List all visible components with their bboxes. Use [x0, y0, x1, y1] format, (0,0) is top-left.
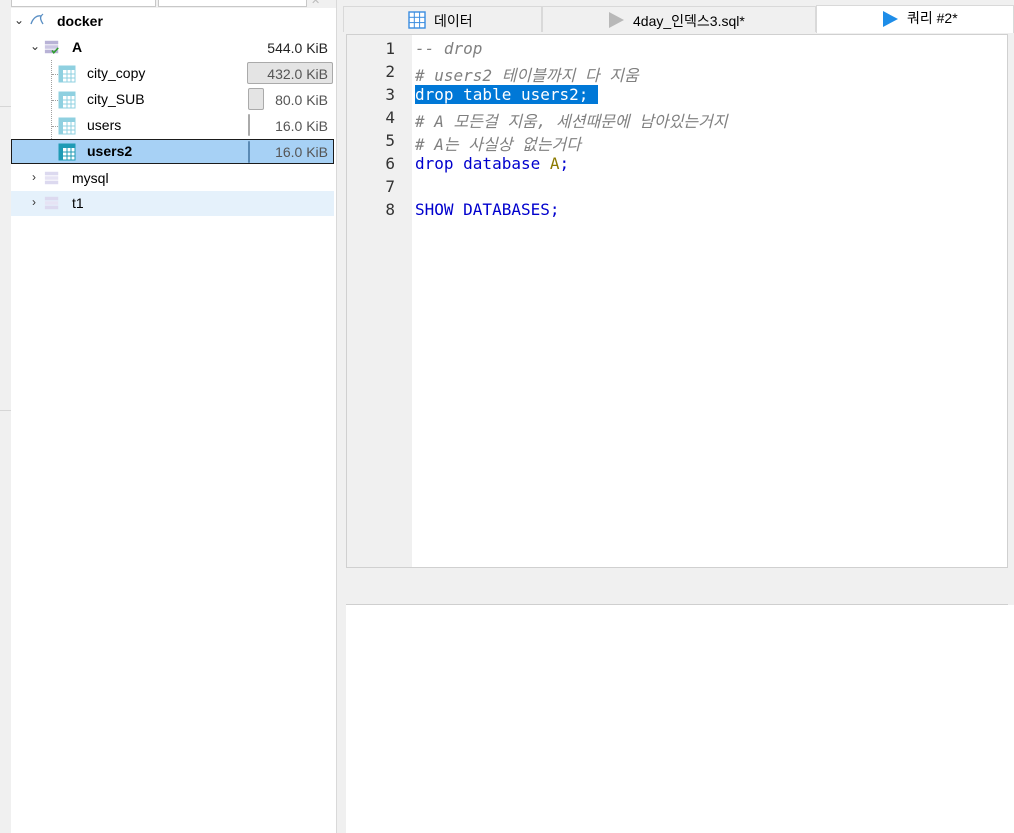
table-size-bar [248, 141, 250, 163]
code-token: ; [559, 154, 570, 173]
table-icon [58, 65, 76, 83]
table-size-bar [248, 114, 250, 136]
code-token: drop table users2; [415, 85, 589, 104]
database-label: mysql [72, 170, 109, 186]
table-size: 16.0 KiB [275, 118, 328, 134]
editor-results-splitter[interactable] [346, 568, 1008, 605]
code-line[interactable]: # users2 테이블까지 다 지움 [415, 62, 639, 86]
table-size: 80.0 KiB [275, 92, 328, 108]
code-comment: # A 모든걸 지움, 세션때문에 남아있는거지 [415, 112, 728, 131]
mysql-dolphin-icon [30, 13, 44, 25]
database-tree-panel: ✕ ⌄ docker ⌄ A 544.0 KiB city_copy 432.0… [0, 0, 337, 833]
line-number: 6 [385, 154, 395, 173]
tab-label: 4day_인덱스3.sql* [633, 13, 745, 29]
sql-editor[interactable]: 12345678 -- drop # users2 테이블까지 다 지움 drop … [346, 34, 1008, 568]
tree-connection-docker[interactable]: ⌄ docker [11, 9, 334, 34]
tree-table-users2[interactable]: users2 16.0 KiB [11, 139, 334, 164]
database-active-icon [44, 40, 59, 55]
table-icon [58, 117, 76, 135]
table-label: city_SUB [87, 91, 145, 107]
line-number-gutter: 1 2 3 4 5 6 7 8 [347, 35, 412, 567]
code-line[interactable]: # A는 사실상 없는거다 [415, 131, 581, 155]
code-token: drop database [415, 154, 550, 173]
code-line[interactable]: drop table users2; [415, 85, 599, 104]
tree-filter-bar: ✕ [11, 0, 336, 8]
chevron-down-icon[interactable]: ⌄ [30, 40, 40, 52]
code-line[interactable]: # A 모든걸 지움, 세션때문에 남아있는거지 [415, 108, 728, 132]
chevron-right-icon[interactable]: › [32, 196, 42, 208]
code-token: A [549, 154, 560, 173]
line-number: 7 [385, 177, 395, 196]
chevron-down-icon[interactable]: ⌄ [14, 14, 24, 26]
tab-query-2[interactable]: 쿼리 #2* [816, 5, 1014, 33]
table-icon [58, 91, 76, 109]
table-label: city_copy [87, 65, 146, 81]
line-number: 3 [385, 85, 395, 104]
code-token: SHOW DATABASES; [415, 200, 560, 219]
code-comment: -- drop [415, 39, 483, 58]
line-number: 5 [385, 131, 395, 150]
table-size: 16.0 KiB [275, 144, 328, 160]
database-label: A [72, 39, 83, 55]
play-icon [883, 11, 898, 27]
editor-tab-bar: 데이터 4day_인덱스3.sql* 쿼리 #2* [343, 0, 1014, 33]
line-number: 8 [385, 200, 395, 219]
tree-table-city-sub[interactable]: city_SUB 80.0 KiB [11, 87, 334, 112]
database-size: 544.0 KiB [267, 40, 328, 56]
results-panel [346, 605, 1014, 833]
tab-data[interactable]: 데이터 [343, 6, 542, 32]
tree-table-city-copy[interactable]: city_copy 432.0 KiB [11, 61, 334, 86]
code-line[interactable]: -- drop [415, 39, 482, 58]
database-label: t1 [72, 195, 84, 211]
code-line[interactable]: SHOW DATABASES; [415, 200, 560, 219]
table-size-bar [248, 88, 264, 110]
tree-table-users[interactable]: users 16.0 KiB [11, 113, 334, 138]
chevron-right-icon[interactable]: › [32, 171, 42, 183]
tree-database-t1[interactable]: › t1 [11, 191, 334, 216]
line-number: 1 [385, 39, 395, 58]
left-gutter [0, 0, 11, 833]
database-icon [44, 196, 59, 210]
tab-label: 데이터 [434, 13, 473, 29]
code-line[interactable]: drop database A; [415, 154, 569, 173]
code-comment: # A는 사실상 없는거다 [415, 135, 581, 154]
tab-label: 쿼리 #2* [907, 10, 958, 26]
table-icon [58, 143, 76, 161]
connection-label: docker [57, 13, 103, 29]
line-number: 4 [385, 108, 395, 127]
code-token [588, 85, 599, 104]
grid-icon [408, 11, 426, 29]
table-label: users [87, 117, 122, 133]
database-icon [44, 171, 59, 185]
table-label: users2 [87, 143, 133, 159]
clear-filter-icon[interactable]: ✕ [311, 0, 320, 7]
tree-database-mysql[interactable]: › mysql [11, 166, 334, 191]
line-number: 2 [385, 62, 395, 81]
tree-database-a[interactable]: ⌄ A 544.0 KiB [11, 35, 334, 60]
table-size: 432.0 KiB [267, 66, 328, 82]
code-comment: # users2 테이블까지 다 지움 [415, 66, 639, 85]
tab-sql-file[interactable]: 4day_인덱스3.sql* [542, 6, 816, 32]
play-icon [609, 12, 624, 28]
